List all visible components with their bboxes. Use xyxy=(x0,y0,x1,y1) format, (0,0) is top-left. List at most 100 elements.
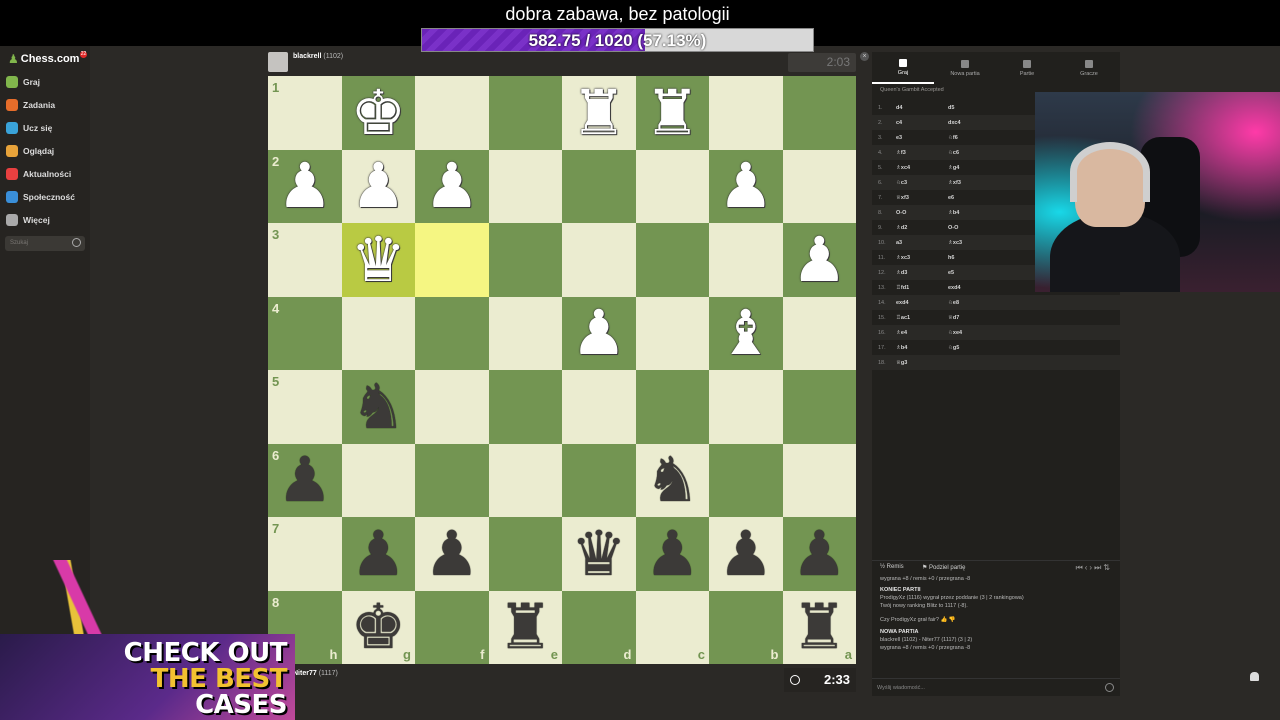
white-bishop-icon[interactable]: ♝ xyxy=(718,302,774,364)
bell-icon[interactable] xyxy=(1250,672,1259,681)
chat-message-input[interactable]: Wyślij wiadomość... xyxy=(872,678,1120,696)
board-square[interactable]: ♟ xyxy=(709,149,783,223)
black-knight-icon[interactable]: ♞ xyxy=(644,449,700,511)
white-queen-icon[interactable]: ♛ xyxy=(350,228,406,291)
board-square[interactable] xyxy=(635,149,709,223)
board-square[interactable] xyxy=(782,76,856,150)
chess-board[interactable]: 1 ♚ ♜ ♜ 2 ♟ ♟ ♟ ♟ 3 ♛ ♟ 4 ♟ ♝ 5 ♞ 6 ♟ ♞ 7 ♟ ♟ ♛ ♟ ♟ ♟ 8 h g ♚ f e ♜ d c b a ♜ xyxy=(268,76,856,664)
black-move[interactable]: ♕d7 xyxy=(948,315,1018,321)
black-pawn-icon[interactable]: ♟ xyxy=(350,522,406,585)
white-pawn-icon[interactable]: ♟ xyxy=(350,155,406,217)
board-square[interactable]: ♟ xyxy=(562,296,636,370)
white-move[interactable]: ♖ac1 xyxy=(896,315,948,321)
sidebar-item-6[interactable]: Więcej xyxy=(6,210,50,230)
board-square[interactable] xyxy=(488,370,562,444)
black-move[interactable]: h6 xyxy=(948,255,1018,261)
board-square[interactable] xyxy=(341,296,415,370)
black-move[interactable]: ♗g4 xyxy=(948,165,1018,171)
board-square[interactable]: 3 xyxy=(268,223,342,297)
black-move[interactable]: e5 xyxy=(948,270,1018,276)
white-move[interactable]: ♗b4 xyxy=(896,345,948,351)
black-move[interactable]: ♗b4 xyxy=(948,210,1018,216)
close-icon[interactable]: × xyxy=(860,52,869,61)
sidebar-item-2[interactable]: Ucz się xyxy=(6,118,52,138)
white-pawn-icon[interactable]: ♟ xyxy=(791,228,847,291)
board-square[interactable] xyxy=(562,370,636,444)
white-move[interactable]: ♗e4 xyxy=(896,330,948,336)
board-square[interactable]: ♟ xyxy=(415,149,489,223)
thumbs-down-icon[interactable]: 👎 xyxy=(949,617,956,623)
board-square[interactable]: 6 ♟ xyxy=(268,443,342,517)
white-move[interactable]: ♗d2 xyxy=(896,225,948,231)
board-square[interactable] xyxy=(709,223,783,297)
white-pawn-icon[interactable]: ♟ xyxy=(424,155,480,217)
board-square[interactable]: ♞ xyxy=(341,370,415,444)
white-move[interactable]: ♖fd1 xyxy=(896,285,948,291)
board-square[interactable]: ♞ xyxy=(635,443,709,517)
board-square[interactable] xyxy=(488,296,562,370)
search-icon[interactable] xyxy=(72,238,81,247)
board-square[interactable]: ♛ xyxy=(341,223,415,297)
board-square[interactable] xyxy=(562,443,636,517)
white-move[interactable]: e3 xyxy=(896,135,948,141)
board-square[interactable] xyxy=(635,296,709,370)
share-game-button[interactable]: ⚑ Podziel partię xyxy=(922,564,965,571)
black-pawn-icon[interactable]: ♟ xyxy=(277,449,333,511)
white-rook-icon[interactable]: ♜ xyxy=(571,81,627,144)
board-square[interactable]: g ♚ xyxy=(341,590,415,664)
white-rook-icon[interactable]: ♜ xyxy=(644,81,700,144)
black-move[interactable]: ♗xc3 xyxy=(948,240,1018,246)
white-move[interactable]: c4 xyxy=(896,120,948,126)
board-square[interactable]: ♟ xyxy=(341,517,415,591)
board-square[interactable] xyxy=(415,443,489,517)
black-pawn-icon[interactable]: ♟ xyxy=(718,522,774,585)
board-square[interactable]: ♝ xyxy=(709,296,783,370)
emoji-icon[interactable] xyxy=(1105,683,1114,692)
black-move[interactable]: ♘xe4 xyxy=(948,330,1018,336)
white-move[interactable]: a3 xyxy=(896,240,948,246)
board-square[interactable] xyxy=(782,370,856,444)
black-move[interactable]: ♘g5 xyxy=(948,345,1018,351)
search-input[interactable]: Szukaj xyxy=(5,236,85,251)
white-move[interactable]: ♕xf3 xyxy=(896,195,948,201)
board-square[interactable]: ♜ xyxy=(562,76,636,150)
board-square[interactable]: b xyxy=(709,590,783,664)
board-square[interactable] xyxy=(488,149,562,223)
board-square[interactable] xyxy=(415,223,489,297)
white-move[interactable]: ♗f3 xyxy=(896,150,948,156)
white-move[interactable]: d4 xyxy=(896,105,948,111)
board-square[interactable] xyxy=(488,443,562,517)
board-square[interactable]: f xyxy=(415,590,489,664)
board-square[interactable] xyxy=(782,296,856,370)
black-move[interactable]: ♘e8 xyxy=(948,300,1018,306)
sidebar-item-4[interactable]: Aktualności xyxy=(6,164,71,184)
board-square[interactable] xyxy=(415,296,489,370)
sidebar-item-3[interactable]: Oglądaj xyxy=(6,141,54,161)
black-rook-icon[interactable]: ♜ xyxy=(791,596,847,658)
board-square[interactable] xyxy=(562,149,636,223)
black-move[interactable]: d5 xyxy=(948,105,1018,111)
tab-2[interactable]: Partie xyxy=(996,52,1058,84)
board-square[interactable]: 4 xyxy=(268,296,342,370)
board-square[interactable]: c xyxy=(635,590,709,664)
thumbs-up-icon[interactable]: 👍 xyxy=(941,617,948,623)
white-move[interactable]: exd4 xyxy=(896,300,948,306)
tab-3[interactable]: Gracze xyxy=(1058,52,1120,84)
board-square[interactable]: e ♜ xyxy=(488,590,562,664)
board-square[interactable] xyxy=(488,223,562,297)
board-square[interactable] xyxy=(782,443,856,517)
black-queen-icon[interactable]: ♛ xyxy=(571,522,627,585)
board-square[interactable] xyxy=(562,223,636,297)
board-square[interactable]: ♛ xyxy=(562,517,636,591)
board-square[interactable]: ♟ xyxy=(782,517,856,591)
board-square[interactable] xyxy=(709,370,783,444)
bottom-player-name[interactable]: Niter77 (1117) xyxy=(293,670,338,677)
white-move[interactable]: ♕g3 xyxy=(896,360,948,366)
board-square[interactable] xyxy=(635,370,709,444)
black-knight-icon[interactable]: ♞ xyxy=(350,375,406,438)
black-move[interactable]: ♘c6 xyxy=(948,150,1018,156)
black-move[interactable]: O-O xyxy=(948,225,1018,231)
board-square[interactable] xyxy=(635,223,709,297)
board-square[interactable]: ♟ xyxy=(782,223,856,297)
top-player-avatar[interactable] xyxy=(268,52,288,72)
